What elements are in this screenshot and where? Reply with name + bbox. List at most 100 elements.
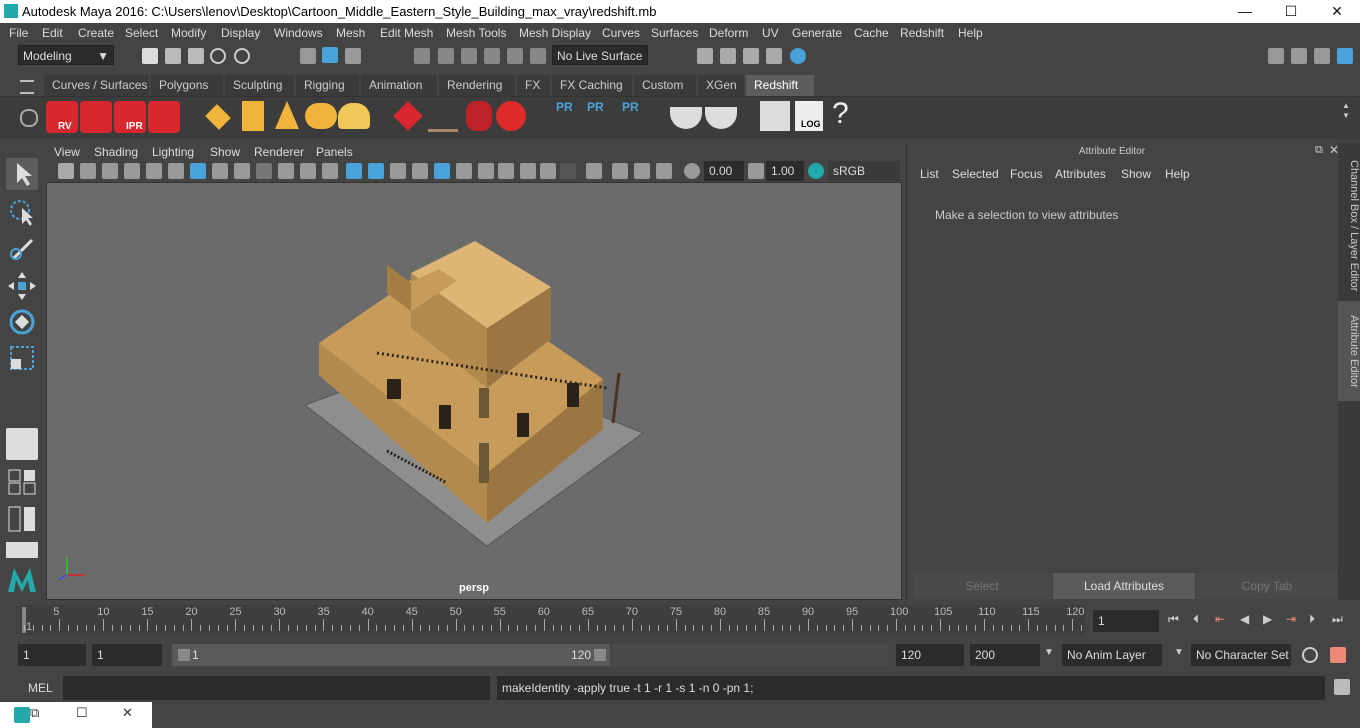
play-forward-icon[interactable]: ▶ [1263,612,1272,626]
step-forward-key-icon[interactable]: ⇥ [1286,612,1296,626]
film-gate-icon[interactable] [212,163,228,179]
shelf-scroll-icon[interactable]: ▲ ▼ [1342,101,1352,131]
tab-fx-caching[interactable]: FX Caching [552,75,632,96]
panel-menu-renderer[interactable]: Renderer [254,145,304,159]
menu-file[interactable]: File [9,26,28,40]
range-slider[interactable]: 1 120 [172,644,610,666]
single-perspective-view-icon[interactable] [6,428,38,460]
gamma-icon[interactable] [748,163,764,179]
wireframe-icon[interactable] [346,163,362,179]
motion-blur-icon[interactable] [520,163,536,179]
menu-edit-mesh[interactable]: Edit Mesh [380,26,433,40]
ae-select-button[interactable]: Select [913,573,1051,599]
ae-menu-focus[interactable]: Focus [1010,167,1043,181]
ae-menu-attributes[interactable]: Attributes [1055,167,1106,181]
tab-rigging[interactable]: Rigging [296,75,359,96]
menu-cache[interactable]: Cache [854,26,889,40]
resolution-gate-icon[interactable] [234,163,250,179]
step-back-frame-icon[interactable]: ⏴ [1193,612,1199,627]
dome-light-icon[interactable] [305,103,337,129]
float-panel-icon[interactable]: ⧉ [1315,144,1323,157]
lasso-tool-icon[interactable] [6,196,38,228]
shelf-menu-icon[interactable] [20,80,34,94]
menu-generate[interactable]: Generate [792,26,842,40]
perspective-viewport[interactable]: persp [46,182,902,600]
undo-icon[interactable] [210,48,226,64]
copy-tab-button[interactable]: Copy Tab [1197,573,1337,599]
snap-vertex-icon[interactable] [530,48,546,64]
log-icon[interactable]: LOG [795,101,823,131]
panel-menu-show[interactable]: Show [210,145,240,159]
tab-custom[interactable]: Custom [634,75,696,96]
pr-icon-2[interactable]: PR [585,100,609,134]
gamma-field[interactable]: 1.00 [766,161,804,181]
command-input[interactable] [63,676,490,700]
menu-edit[interactable]: Edit [42,26,63,40]
redshift-rv-icon[interactable]: RV [46,101,78,133]
attribute-editor-toggle-icon[interactable] [1337,48,1353,64]
ae-menu-selected[interactable]: Selected [952,167,999,181]
menu-mesh[interactable]: Mesh [336,26,365,40]
select-by-object-icon[interactable] [322,47,338,63]
character-set-chevron-icon[interactable]: ▼ [1174,647,1184,658]
pr-icon-3[interactable]: PR [620,100,644,134]
menu-display[interactable]: Display [221,26,260,40]
wireframe-on-shaded-icon[interactable] [390,163,406,179]
grid-icon[interactable] [190,163,206,179]
bookmark-icon[interactable] [102,163,118,179]
tab-attribute-editor[interactable]: Attribute Editor [1338,301,1360,401]
area-light-icon[interactable] [205,104,231,130]
grease-pencil-icon[interactable] [168,163,184,179]
menu-redshift[interactable]: Redshift [900,26,944,40]
animation-end-field[interactable]: 200 [970,644,1040,666]
panel-menu-shading[interactable]: Shading [94,145,138,159]
menu-help[interactable]: Help [958,26,983,40]
help-icon[interactable]: ? [832,97,849,131]
view-transform-field[interactable]: sRGB gamma [828,161,900,198]
ambient-occlusion-icon[interactable] [498,163,514,179]
load-attributes-button[interactable]: Load Attributes [1053,573,1195,599]
safe-action-icon[interactable] [300,163,316,179]
tab-animation[interactable]: Animation [361,75,437,96]
play-backward-icon[interactable]: ◀ [1240,612,1249,626]
tab-sculpting[interactable]: Sculpting [225,75,294,96]
ae-menu-list[interactable]: List [920,167,939,181]
shader-icon[interactable] [466,101,492,131]
select-by-hierarchy-icon[interactable] [300,48,316,64]
ae-menu-help[interactable]: Help [1165,167,1190,181]
character-set-field[interactable]: No Character Set [1191,644,1291,666]
time-slider-track[interactable]: 1 5 10 15 20 25 30 35 40 45 50 55 60 65 70 75 80 85 90 95 10… [20,605,1085,635]
camera-attributes-icon[interactable] [80,163,96,179]
menu-deform[interactable]: Deform [709,26,748,40]
tab-redshift[interactable]: Redshift [746,75,814,96]
use-all-lights-icon[interactable] [456,163,472,179]
render-view-icon[interactable] [720,48,736,64]
snap-surface-icon[interactable] [507,48,523,64]
portal-light-icon[interactable] [242,101,264,131]
menu-select[interactable]: Select [125,26,158,40]
minimize-button[interactable]: — [1222,0,1268,23]
go-to-end-icon[interactable]: ⏭ [1332,612,1343,627]
volume-icon[interactable] [428,103,458,132]
animation-preferences-icon[interactable] [1330,647,1346,663]
menu-create[interactable]: Create [78,26,114,40]
tab-polygons[interactable]: Polygons [151,75,223,96]
go-to-start-icon[interactable]: ⏮ [1168,612,1179,627]
textured-icon[interactable] [412,163,428,179]
move-tool-icon[interactable] [6,270,38,302]
script-editor-icon[interactable] [760,101,790,131]
outliner-layout-icon[interactable] [6,505,38,533]
menu-surfaces[interactable]: Surfaces [651,26,698,40]
select-by-component-icon[interactable] [345,48,361,64]
menu-modify[interactable]: Modify [171,26,206,40]
exposure-icon[interactable] [684,163,700,179]
panel-menu-view[interactable]: View [54,145,80,159]
layout-toggle-icon[interactable] [6,542,38,558]
camera-icon[interactable] [58,163,74,179]
open-scene-icon[interactable] [165,48,181,64]
anim-layer-chevron-icon[interactable]: ▼ [1044,647,1054,658]
maximize-small-icon[interactable]: ☐ [76,705,88,721]
auto-key-icon[interactable] [1302,647,1318,663]
2d-pan-zoom-icon[interactable] [146,163,162,179]
scale-tool-icon[interactable] [6,342,38,374]
